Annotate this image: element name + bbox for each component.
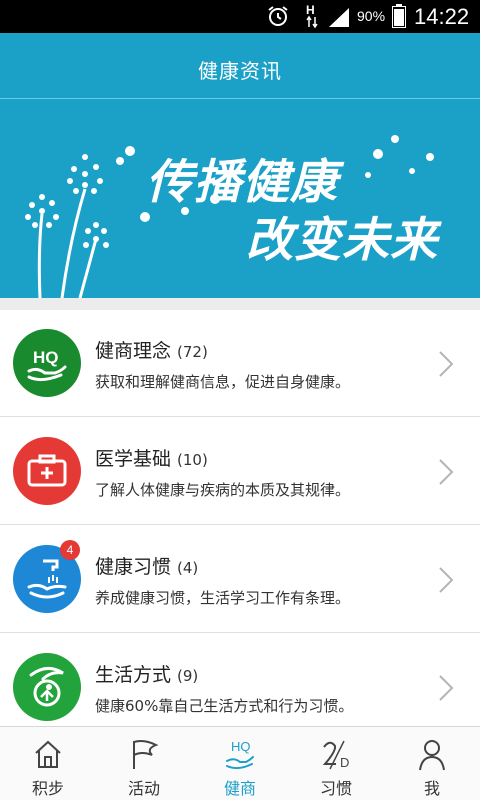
flag-icon bbox=[133, 740, 159, 769]
alarm-clock-icon bbox=[268, 6, 288, 26]
section-divider bbox=[0, 298, 480, 310]
chevron-right-icon bbox=[439, 351, 454, 377]
item-title: 生活方式 (9) bbox=[95, 664, 199, 686]
list-item-health-concept[interactable]: HQ 健商理念 (72) 获取和理解健商信息，促进自身健康。 bbox=[0, 310, 480, 417]
item-description: 获取和理解健商信息，促进自身健康。 bbox=[95, 373, 351, 391]
item-title: 健商理念 (72) bbox=[95, 340, 208, 362]
promo-banner[interactable]: 传播健康 改变未来 bbox=[0, 99, 480, 298]
hplus-data-icon: H bbox=[306, 3, 318, 29]
item-description: 养成健康习惯，生活学习工作有条理。 bbox=[95, 589, 351, 607]
signal-icon bbox=[329, 8, 349, 27]
medical-kit-icon bbox=[13, 437, 81, 505]
chevron-right-icon bbox=[439, 675, 454, 701]
item-title: 医学基础 (10) bbox=[95, 448, 208, 470]
tab-label: 积步 bbox=[31, 779, 64, 798]
list-item-lifestyle[interactable]: 生活方式 (9) 健康60%靠自己生活方式和行为习惯。 bbox=[0, 634, 480, 741]
tab-steps[interactable]: 积步 bbox=[0, 727, 96, 800]
svg-text:HQ: HQ bbox=[33, 348, 59, 367]
item-title: 健康习惯 (4) bbox=[95, 556, 199, 578]
app-header: 健康资讯 bbox=[0, 33, 480, 99]
svg-text:H: H bbox=[306, 3, 315, 17]
battery-percent: 90% bbox=[357, 8, 386, 24]
tab-label: 活动 bbox=[127, 779, 160, 798]
battery-icon bbox=[392, 4, 406, 28]
notification-badge: 4 bbox=[60, 540, 80, 560]
tab-label: 习惯 bbox=[319, 779, 352, 798]
banner-slogan-line2: 改变未来 bbox=[246, 213, 438, 268]
tab-habits[interactable]: D 习惯 bbox=[288, 727, 384, 800]
lifestyle-person-icon bbox=[13, 653, 81, 721]
tab-activities[interactable]: 活动 bbox=[96, 727, 192, 800]
svg-text:HQ: HQ bbox=[231, 739, 251, 754]
tab-health-quotient[interactable]: HQ 健商 bbox=[192, 727, 288, 800]
habit-2d-icon: D bbox=[322, 740, 349, 770]
status-bar: H 90% 14:22 bbox=[0, 0, 480, 33]
item-count: (10) bbox=[177, 451, 208, 469]
item-description: 了解人体健康与疾病的本质及其规律。 bbox=[95, 481, 351, 499]
bottom-tab-bar: 积步 活动 HQ 健商 D 习惯 我 bbox=[0, 726, 480, 800]
list-item-medical-basics[interactable]: 医学基础 (10) 了解人体健康与疾病的本质及其规律。 bbox=[0, 418, 480, 525]
chevron-right-icon bbox=[439, 567, 454, 593]
item-description: 健康60%靠自己生活方式和行为习惯。 bbox=[95, 697, 354, 715]
svg-text:D: D bbox=[340, 755, 349, 770]
hq-hand-icon: HQ bbox=[13, 329, 81, 397]
tab-me[interactable]: 我 bbox=[384, 727, 480, 800]
person-icon bbox=[419, 740, 445, 771]
item-count: (4) bbox=[177, 559, 199, 577]
item-count: (72) bbox=[177, 343, 208, 361]
home-icon bbox=[35, 740, 61, 768]
list-item-healthy-habits[interactable]: 4 健康习惯 (4) 养成健康习惯，生活学习工作有条理。 bbox=[0, 526, 480, 633]
hq-icon: HQ bbox=[226, 739, 254, 770]
tab-label: 我 bbox=[423, 779, 440, 798]
chevron-right-icon bbox=[439, 459, 454, 485]
tab-label: 健商 bbox=[223, 779, 256, 798]
clock-time: 14:22 bbox=[414, 4, 470, 29]
item-count: (9) bbox=[177, 667, 199, 685]
page-title: 健康资讯 bbox=[198, 59, 282, 83]
